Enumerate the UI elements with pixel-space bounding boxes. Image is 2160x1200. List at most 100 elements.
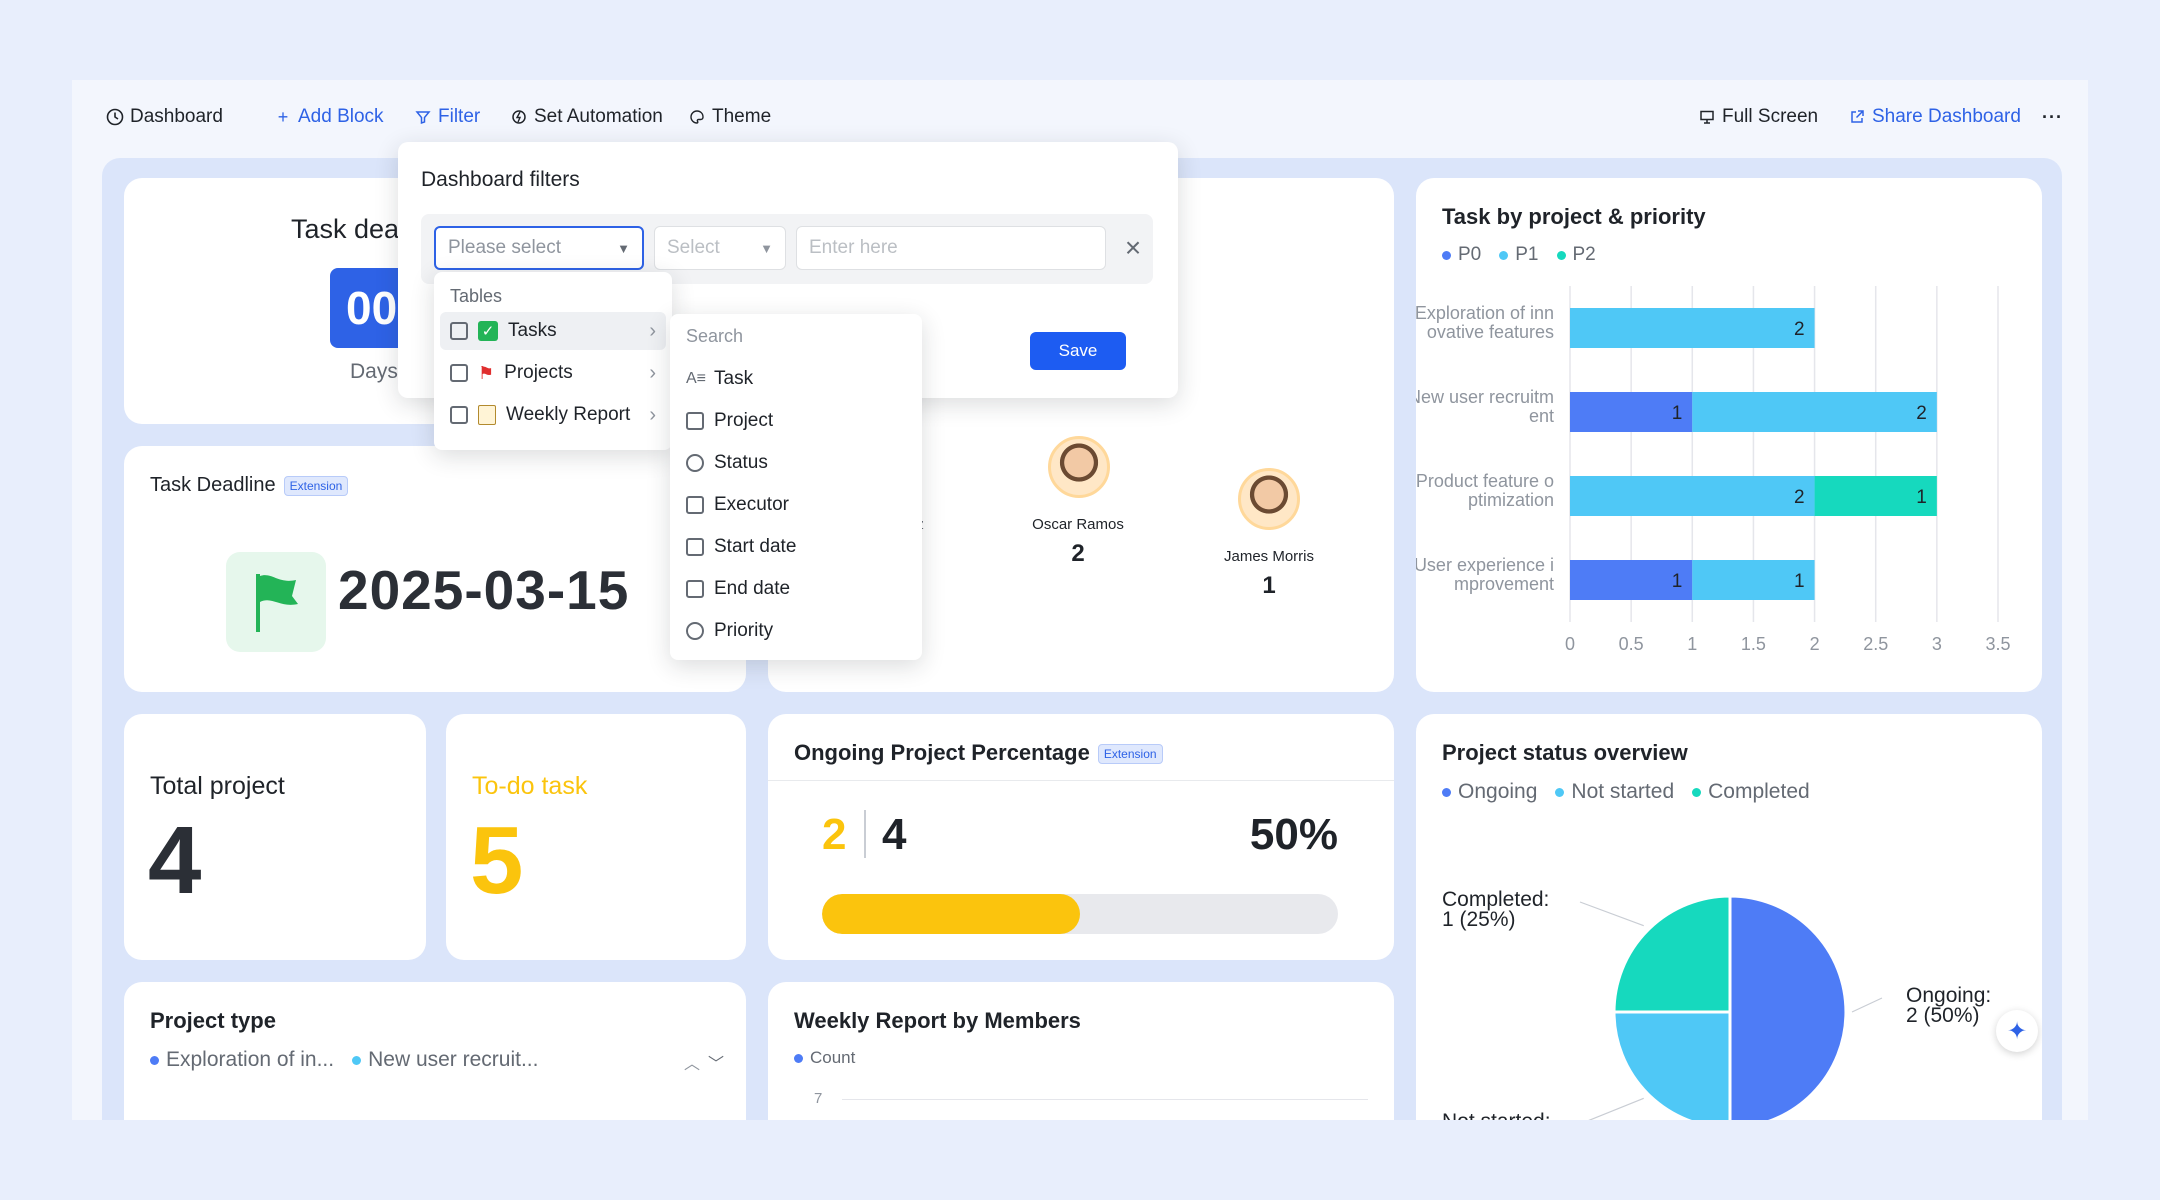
share-dashboard-button[interactable]: Share Dashboard (1836, 100, 2033, 134)
ongoing-count: 2 (822, 810, 847, 859)
monitor-icon (1698, 108, 1716, 126)
member-name: Oscar Ramos (1032, 516, 1124, 533)
dashboard-label: Dashboard (130, 106, 223, 127)
more-button[interactable]: ··· (2030, 100, 2075, 134)
task-deadline-title: Task Deadline Extension (150, 474, 349, 497)
task-deadline-title-text: Task Deadline (150, 474, 276, 496)
y-category-label: mprovement (1454, 574, 1554, 594)
ai-assistant-sparkle-icon[interactable]: ✦ (1996, 1010, 2038, 1052)
field-item-label: Task (714, 368, 754, 389)
field-item-status[interactable]: Status (676, 444, 916, 482)
operator-select-placeholder: Select (667, 237, 720, 258)
flag-icon (226, 552, 326, 652)
x-tick-label: 2.5 (1863, 634, 1888, 654)
field-item-executor[interactable]: Executor (676, 486, 916, 524)
weekly-report-card[interactable]: Weekly Report by Members Count 7 (768, 982, 1394, 1120)
legend-item: New user recruit... (352, 1048, 538, 1072)
note-icon (478, 405, 496, 425)
field-item-label: Priority (714, 620, 774, 641)
operator-select[interactable]: Select ▼ (654, 226, 786, 270)
share-label: Share Dashboard (1872, 106, 2021, 127)
filter-label: Filter (438, 106, 481, 127)
full-screen-label: Full Screen (1722, 106, 1819, 127)
member-name: James Morris (1223, 548, 1314, 565)
priority-bar-chart: 0 0.5 1 1.5 2 2.5 3 3.5 Exploration of innovativ… (1416, 286, 2011, 654)
save-button[interactable]: Save (1030, 332, 1126, 370)
field-item-project[interactable]: Project (676, 402, 916, 440)
filter-button[interactable]: Filter (402, 100, 493, 134)
bar-segment-p1[interactable] (1692, 392, 1937, 432)
table-item-projects[interactable]: ⚑ Projects › (440, 354, 666, 392)
divider (768, 780, 1394, 781)
percent-label: 50% (1249, 810, 1338, 859)
todo-task-label: To-do task (472, 772, 588, 800)
fields-search-input[interactable]: Search (686, 326, 743, 347)
set-automation-button[interactable]: Set Automation (498, 100, 675, 134)
dashboard-button[interactable]: Dashboard (94, 100, 235, 134)
legend-next-chevron-icon[interactable]: ﹀ (708, 1050, 724, 1074)
bar-value-label: 1 (1672, 403, 1683, 424)
todo-task-card[interactable]: To-do task 5 (446, 714, 746, 960)
legend-label: New user recruit... (368, 1048, 539, 1071)
full-screen-button[interactable]: Full Screen (1686, 100, 1831, 134)
legend-label: Count (810, 1048, 856, 1067)
bar-segment-p1[interactable] (1570, 308, 1815, 348)
table-item-label: Tasks (508, 320, 557, 341)
calendar-icon (686, 538, 704, 556)
ongoing-percentage-card[interactable]: Ongoing Project Percentage Extension 2 4 … (768, 714, 1394, 960)
pie-data-label: 1 (25%) (1442, 908, 1516, 931)
x-tick-label: 3 (1932, 634, 1942, 654)
field-item-priority[interactable]: Priority (676, 612, 916, 650)
status-pie-card[interactable]: Project status overview Ongoing Not star… (1416, 714, 2042, 1120)
y-category-label: Product feature o (1416, 471, 1554, 491)
x-tick-label: 0 (1565, 634, 1575, 654)
palette-icon (688, 108, 706, 126)
add-block-button[interactable]: + Add Block (262, 100, 396, 134)
fields-menu: Search A≡ Task Project Status Executor S… (670, 314, 922, 660)
weekly-report-legend: Count (794, 1048, 855, 1068)
member-count: 1 (1262, 572, 1276, 599)
field-item-start-date[interactable]: Start date (676, 528, 916, 566)
legend-item-count: Count (794, 1048, 855, 1068)
share-icon (1848, 108, 1866, 126)
project-type-card[interactable]: Project type Exploration of in... New us… (124, 982, 746, 1120)
pie-slice-ongoing[interactable] (1728, 894, 1848, 1120)
field-item-end-date[interactable]: End date (676, 570, 916, 608)
pie-leader-line (1588, 1097, 1644, 1120)
field-select[interactable]: Please select ▼ (434, 226, 644, 270)
divider (864, 810, 866, 858)
pie-slice-completed[interactable] (1612, 894, 1732, 1014)
field-item-task[interactable]: A≡ Task (676, 360, 916, 398)
theme-label: Theme (712, 106, 772, 127)
y-category-label: New user recruitm (1416, 387, 1554, 407)
total-project-label: Total project (150, 772, 285, 800)
plus-icon: + (277, 106, 289, 127)
legend-prev-chevron-icon[interactable]: ︿ (684, 1050, 700, 1074)
pie-data-label: Not started: (1442, 1110, 1551, 1120)
bar-value-label: 1 (1916, 487, 1927, 508)
caret-down-icon: ▼ (617, 240, 630, 256)
field-item-label: Project (714, 410, 774, 431)
field-select-placeholder: Please select (448, 237, 562, 258)
bar-segment-p1[interactable] (1570, 476, 1815, 516)
table-grid-icon (450, 406, 468, 424)
priority-chart-card[interactable]: Task by project & priority P0 P1 P2 0 0.5… (1416, 178, 2042, 692)
legend-dot (794, 1053, 803, 1063)
total-project-card[interactable]: Total project 4 (124, 714, 426, 960)
clear-filter-close-icon[interactable]: × (1118, 230, 1148, 266)
ongoing-percentage-title: Ongoing Project Percentage Extension (794, 740, 1163, 766)
field-item-label: Status (714, 452, 768, 473)
deadline-date: 2025-03-15 (338, 559, 630, 621)
task-deadline-card[interactable]: Task Deadline Extension 2025-03-15 (124, 446, 746, 692)
table-item-label: Weekly Report (506, 404, 631, 425)
theme-button[interactable]: Theme (676, 100, 784, 134)
value-input[interactable]: Enter here (796, 226, 1106, 270)
chevron-right-icon: › (649, 361, 656, 384)
extension-badge: Extension (283, 475, 349, 496)
ongoing-percentage-title-text: Ongoing Project Percentage (794, 740, 1090, 765)
gridline (842, 1099, 1368, 1100)
table-item-tasks[interactable]: ✓ Tasks › (440, 312, 666, 350)
caret-down-icon: ▼ (760, 240, 773, 256)
table-item-weekly-report[interactable]: Weekly Report › (440, 396, 666, 434)
avatar-james-morris (1238, 468, 1300, 530)
